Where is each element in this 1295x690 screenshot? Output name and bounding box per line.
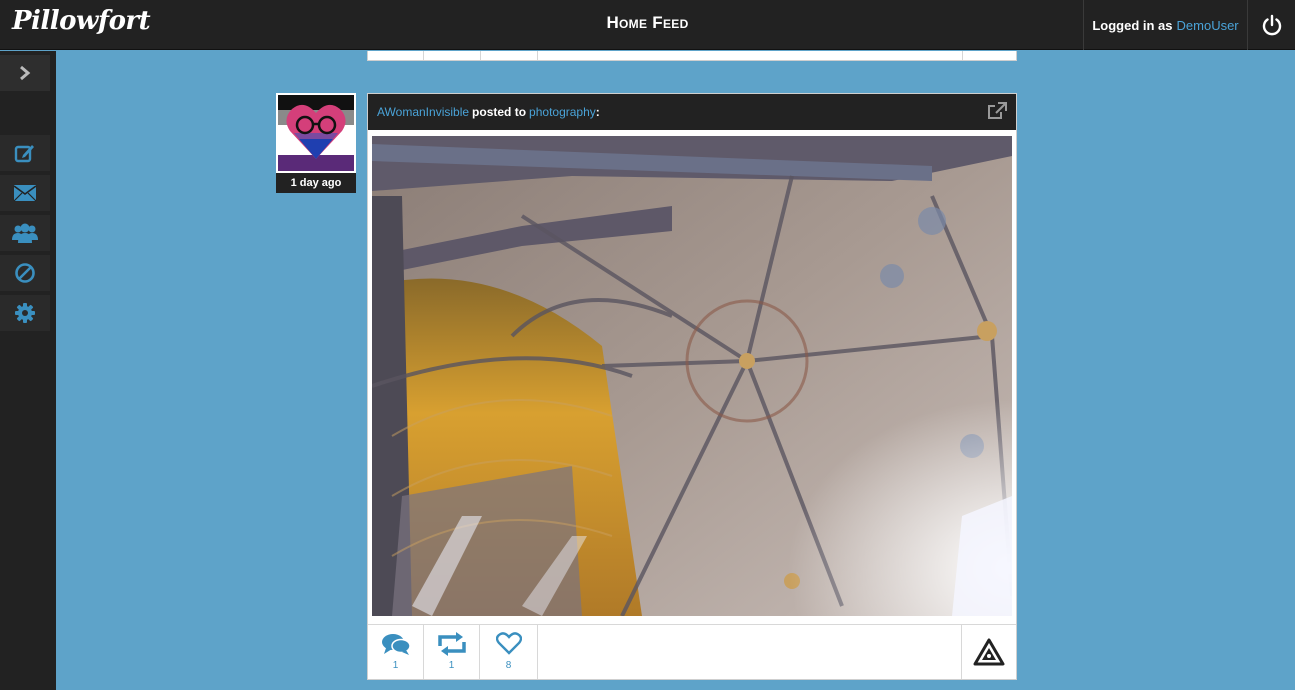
avatar[interactable] (276, 93, 356, 173)
sidebar-item-communities[interactable] (0, 215, 50, 251)
comments-icon (381, 634, 411, 655)
post-header: AWomanInvisible posted to photography : (368, 94, 1016, 130)
reblog-button[interactable]: 1 (424, 625, 480, 679)
previous-post-footer (367, 51, 1017, 61)
power-icon (1262, 14, 1281, 36)
heart-icon (495, 632, 522, 655)
block-icon (15, 263, 35, 283)
comments-button[interactable]: 1 (368, 625, 424, 679)
external-link-icon (988, 102, 1007, 119)
colon-label: : (595, 105, 600, 119)
logged-in-label: Logged in as (1092, 17, 1173, 33)
post-action-bar: 1 1 8 (368, 624, 1016, 679)
comments-count: 1 (392, 660, 399, 671)
likes-count: 8 (505, 660, 512, 671)
like-button[interactable]: 8 (480, 625, 538, 679)
sidebar-item-compose[interactable] (0, 135, 50, 171)
sidebar (0, 51, 56, 690)
compose-icon (14, 145, 34, 163)
gear-icon (15, 303, 35, 323)
sidebar-item-settings[interactable] (0, 295, 50, 331)
heart-flag-avatar-icon (278, 95, 354, 171)
divider (423, 51, 424, 60)
external-link-button[interactable] (986, 101, 1008, 124)
divider (480, 51, 481, 60)
posted-to-label: posted to (472, 105, 527, 119)
flag-post-button[interactable] (961, 625, 1016, 679)
username-link[interactable]: DemoUser (1177, 18, 1239, 33)
login-status: Logged in as DemoUser (1083, 0, 1248, 50)
sidebar-expand-button[interactable] (0, 55, 50, 91)
divider (537, 51, 538, 60)
author-link[interactable]: AWomanInvisible (377, 105, 469, 119)
divider (962, 51, 963, 60)
post-photo[interactable] (372, 136, 1012, 616)
logout-button[interactable] (1248, 0, 1295, 50)
reblogs-count: 1 (448, 660, 455, 671)
sidebar-item-messages[interactable] (0, 175, 50, 211)
cathedral-ceiling-photo (372, 136, 1012, 616)
author-avatar-card[interactable]: 1 day ago (276, 93, 356, 193)
post-timestamp[interactable]: 1 day ago (276, 173, 356, 193)
community-link[interactable]: photography (529, 105, 596, 119)
top-bar: Pillowfort Home Feed Logged in as DemoUs… (0, 0, 1295, 50)
expand-arrow-icon (20, 65, 31, 81)
envelope-icon (13, 185, 37, 202)
warning-triangle-icon (973, 638, 1005, 666)
reblog-icon (437, 632, 466, 656)
post-card: AWomanInvisible posted to photography : (367, 93, 1017, 680)
users-icon (12, 223, 38, 243)
sidebar-item-blocked[interactable] (0, 255, 50, 291)
